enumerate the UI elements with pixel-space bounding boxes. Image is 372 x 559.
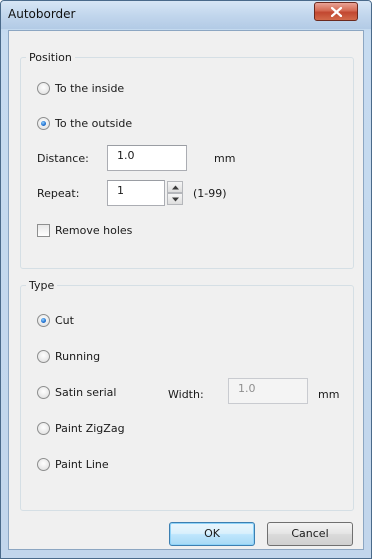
close-icon	[331, 7, 342, 17]
radio-paint-line[interactable]: Paint Line	[37, 458, 109, 471]
cancel-button[interactable]: Cancel	[267, 522, 353, 546]
title-bar[interactable]: Autoborder	[1, 1, 371, 29]
autoborder-dialog: Autoborder Position To the inside To the…	[0, 0, 372, 559]
radio-button[interactable]	[37, 422, 50, 435]
ok-button[interactable]: OK	[169, 522, 255, 546]
type-group-label: Type	[29, 279, 55, 292]
distance-label: Distance:	[37, 152, 89, 165]
radio-to-inside[interactable]: To the inside	[37, 82, 124, 95]
width-unit-text: mm	[318, 388, 340, 401]
width-label: Width:	[168, 388, 204, 401]
chevron-down-icon	[172, 197, 179, 202]
dialog-title: Autoborder	[8, 7, 76, 21]
radio-button[interactable]	[37, 386, 50, 399]
distance-input[interactable]: 1.0	[107, 145, 187, 171]
type-group: Type Cut Running Satin serial Width: 1.0…	[20, 279, 354, 511]
repeat-input[interactable]: 1	[107, 180, 165, 206]
repeat-spinner[interactable]	[167, 181, 184, 205]
window-frame-bottom	[1, 550, 371, 558]
distance-label-text: Distance:	[37, 152, 89, 165]
distance-unit: mm	[214, 152, 235, 165]
position-group: Position To the inside To the outside Di…	[20, 51, 354, 269]
radio-button[interactable]	[37, 117, 50, 130]
repeat-range-text: (1-99)	[193, 187, 227, 200]
radio-label: Satin serial	[55, 386, 117, 399]
radio-label: Paint Line	[55, 458, 109, 471]
radio-button[interactable]	[37, 350, 50, 363]
checkbox-label: Remove holes	[55, 224, 133, 237]
remove-holes-checkbox[interactable]: Remove holes	[37, 224, 132, 237]
spin-up-button[interactable]	[167, 181, 183, 193]
width-unit: mm	[318, 388, 339, 401]
repeat-label: Repeat:	[37, 187, 79, 200]
radio-button[interactable]	[37, 314, 50, 327]
repeat-label-text: Repeat:	[37, 187, 80, 200]
width-label-text: Width:	[168, 388, 204, 401]
radio-label: To the inside	[55, 82, 125, 95]
radio-to-outside[interactable]: To the outside	[37, 117, 132, 130]
radio-paint-zigzag[interactable]: Paint ZigZag	[37, 422, 125, 435]
radio-button[interactable]	[37, 458, 50, 471]
radio-button[interactable]	[37, 82, 50, 95]
distance-unit-text: mm	[214, 152, 236, 165]
close-button[interactable]	[314, 2, 358, 21]
position-group-label: Position	[29, 51, 72, 64]
radio-label: Paint ZigZag	[55, 422, 125, 435]
radio-label: To the outside	[55, 117, 133, 130]
radio-cut[interactable]: Cut	[37, 314, 74, 327]
checkbox-box[interactable]	[37, 224, 50, 237]
width-input[interactable]: 1.0	[228, 378, 308, 404]
radio-satin-serial[interactable]: Satin serial	[37, 386, 116, 399]
radio-label: Cut	[55, 314, 74, 327]
repeat-range: (1-99)	[193, 187, 227, 200]
radio-label: Running	[55, 350, 101, 363]
spin-down-button[interactable]	[167, 193, 183, 205]
dialog-body: Position To the inside To the outside Di…	[8, 30, 364, 550]
chevron-up-icon	[172, 185, 179, 190]
radio-running[interactable]: Running	[37, 350, 100, 363]
